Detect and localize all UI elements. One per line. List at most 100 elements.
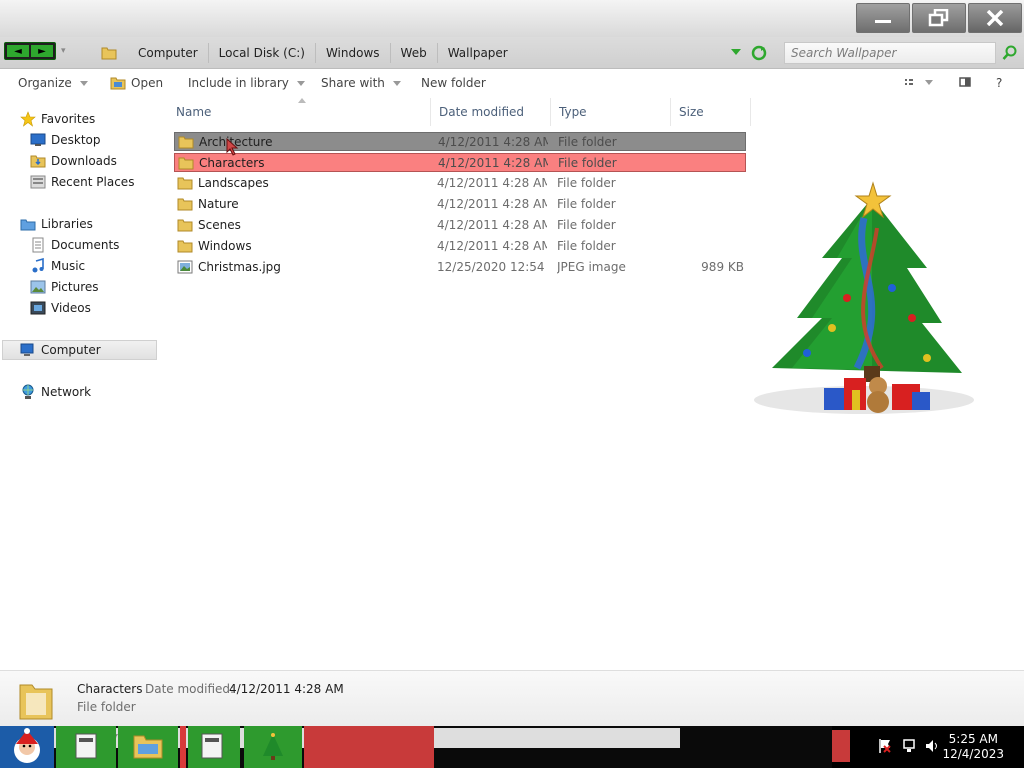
nav-computer[interactable]: Computer <box>2 340 157 360</box>
file-date: 4/12/2011 4:28 AM <box>437 239 547 253</box>
file-name: Characters <box>199 156 265 170</box>
column-header-date[interactable]: Date modified <box>431 98 551 126</box>
table-row[interactable]: Characters 4/12/2011 4:28 AM File folder <box>174 153 746 172</box>
breadcrumb-wallpaper[interactable]: Wallpaper <box>438 43 518 63</box>
forward-arrow-icon: ► <box>38 45 46 57</box>
videos-icon <box>30 300 46 316</box>
table-row[interactable]: Architecture 4/12/2011 4:28 AM File fold… <box>174 132 746 151</box>
taskbar-christmas-app[interactable] <box>244 726 302 768</box>
new-folder-button[interactable]: New folder <box>421 76 486 90</box>
nav-network-label: Network <box>41 385 92 399</box>
taskbar-app-1[interactable] <box>56 726 116 768</box>
nav-pictures[interactable]: Pictures <box>30 277 99 297</box>
open-icon <box>110 77 126 90</box>
documents-icon <box>30 237 46 253</box>
computer-icon <box>20 342 36 358</box>
file-type: JPEG image <box>557 260 626 274</box>
column-header-type[interactable]: Type <box>551 98 671 126</box>
breadcrumb-computer[interactable]: Computer <box>128 43 209 63</box>
folder-icon <box>177 198 193 211</box>
table-row[interactable]: Landscapes 4/12/2011 4:28 AM File folder <box>174 174 746 193</box>
pictures-icon <box>30 279 46 295</box>
nav-network[interactable]: Network <box>20 382 91 402</box>
help-button[interactable]: ? <box>996 76 1002 90</box>
show-desktop-button[interactable] <box>832 730 850 762</box>
file-name: Scenes <box>198 218 241 232</box>
nav-favorites[interactable]: Favorites <box>20 109 95 129</box>
address-dropdown-icon[interactable] <box>731 49 741 55</box>
restore-button[interactable] <box>912 3 966 33</box>
details-file-type: File folder <box>77 700 136 714</box>
file-name: Landscapes <box>198 176 269 190</box>
nav-desktop[interactable]: Desktop <box>30 130 101 150</box>
file-date: 4/12/2011 4:28 AM <box>437 218 547 232</box>
details-pane: Characters Date modified: 4/12/2011 4:28… <box>0 670 1024 726</box>
organize-label: Organize <box>18 76 72 90</box>
nav-libraries[interactable]: Libraries <box>20 214 93 234</box>
breadcrumb: Computer Local Disk (C:) Windows Web Wal… <box>98 43 518 63</box>
breadcrumb-web[interactable]: Web <box>391 43 438 63</box>
tree-icon <box>263 733 283 760</box>
star-icon <box>20 111 36 127</box>
volume-icon[interactable] <box>924 738 940 754</box>
back-arrow-icon: ◄ <box>14 45 22 57</box>
column-name-label: Name <box>176 105 212 119</box>
column-header-size[interactable]: Size <box>671 98 751 126</box>
table-row[interactable]: Nature 4/12/2011 4:28 AM File folder <box>174 195 746 214</box>
taskbar-explorer[interactable] <box>118 726 178 768</box>
breadcrumb-local-disk[interactable]: Local Disk (C:) <box>209 43 316 63</box>
nav-downloads-label: Downloads <box>51 154 117 168</box>
libraries-icon <box>20 216 36 232</box>
nav-recent-places[interactable]: Recent Places <box>30 172 134 192</box>
taskbar-separator <box>180 726 186 768</box>
taskbar-app-5[interactable] <box>304 726 434 768</box>
folder-icon <box>98 43 120 63</box>
search-input[interactable]: Search Wallpaper <box>784 42 996 64</box>
include-in-library-button[interactable]: Include in library <box>188 76 305 90</box>
clock-date[interactable]: 12/4/2023 <box>942 747 1004 761</box>
nav-videos[interactable]: Videos <box>30 298 91 318</box>
table-row[interactable]: Windows 4/12/2011 4:28 AM File folder <box>174 237 746 256</box>
nav-documents[interactable]: Documents <box>30 235 119 255</box>
refresh-icon[interactable] <box>751 45 767 61</box>
file-date: 4/12/2011 4:28 AM <box>437 197 547 211</box>
nav-favorites-label: Favorites <box>41 112 96 126</box>
organize-button[interactable]: Organize <box>18 76 88 90</box>
file-type: File folder <box>558 156 617 170</box>
folder-icon <box>177 219 193 232</box>
table-row[interactable]: Christmas.jpg 12/25/2020 12:54 ... JPEG … <box>174 258 746 277</box>
file-type: File folder <box>557 218 616 232</box>
forward-button[interactable]: ► <box>31 45 53 57</box>
clock-time[interactable]: 5:25 AM <box>949 732 998 746</box>
preview-pane-button[interactable] <box>959 76 971 91</box>
network-tray-icon[interactable] <box>902 738 918 754</box>
search-icon[interactable] <box>1002 45 1018 61</box>
chevron-down-icon <box>392 80 401 86</box>
santa-icon <box>14 728 40 763</box>
back-button[interactable]: ◄ <box>7 45 29 57</box>
folder-icon <box>177 177 193 190</box>
table-row[interactable]: Scenes 4/12/2011 4:28 AM File folder <box>174 216 746 235</box>
share-with-button[interactable]: Share with <box>321 76 401 90</box>
breadcrumb-windows[interactable]: Windows <box>316 43 391 63</box>
action-center-icon[interactable] <box>878 738 892 754</box>
folder-icon <box>178 136 194 149</box>
sort-ascending-icon <box>298 98 306 103</box>
taskbar-app-3[interactable] <box>188 726 240 768</box>
navigation-pane: Favorites Desktop Downloads Recent Place… <box>0 100 165 670</box>
nav-documents-label: Documents <box>51 238 120 252</box>
open-button[interactable]: Open <box>110 76 163 90</box>
close-button[interactable] <box>968 3 1022 33</box>
christmas-tree-image <box>754 181 974 414</box>
file-size: 989 KB <box>701 260 744 274</box>
file-type: File folder <box>557 197 616 211</box>
music-icon <box>30 258 46 274</box>
change-view-button[interactable] <box>903 76 933 91</box>
desktop-icon <box>30 132 46 148</box>
recent-pages-dropdown[interactable]: ▾ <box>61 46 66 56</box>
start-button[interactable] <box>0 726 54 768</box>
nav-downloads[interactable]: Downloads <box>30 151 117 171</box>
folder-icon <box>177 240 193 253</box>
minimize-button[interactable] <box>856 3 910 33</box>
nav-music[interactable]: Music <box>30 256 85 276</box>
